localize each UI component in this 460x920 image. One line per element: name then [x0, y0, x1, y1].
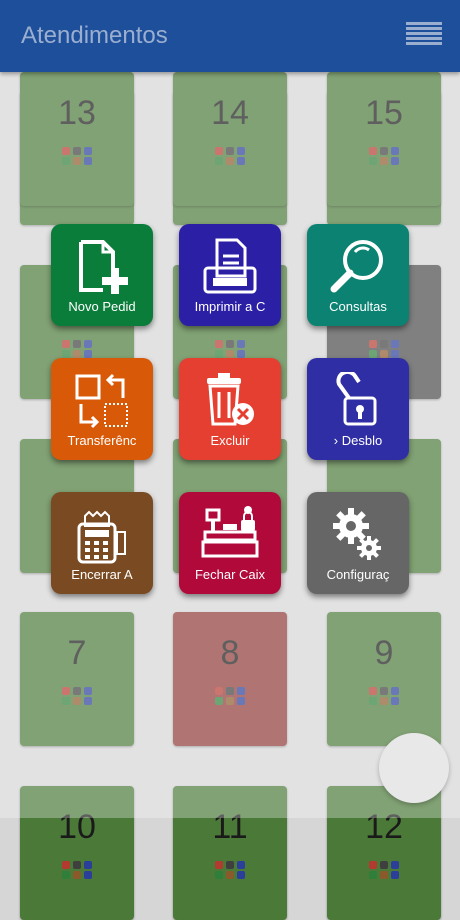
- action-label: › Desblo: [333, 433, 383, 448]
- search-icon: [307, 238, 409, 296]
- status-dot: [391, 861, 399, 869]
- action-label: Fechar Caix: [194, 567, 266, 582]
- action-label: Imprimir a C: [194, 299, 266, 314]
- status-dot: [369, 871, 377, 879]
- trash-icon: [179, 372, 281, 430]
- menu-icon[interactable]: [406, 22, 442, 50]
- status-dot: [226, 861, 234, 869]
- status-dot: [73, 861, 81, 869]
- floating-action-button[interactable]: [379, 733, 449, 803]
- gear-icon: [307, 506, 409, 564]
- new-order-icon: [51, 238, 153, 296]
- status-dot: [226, 871, 234, 879]
- status-dots: [62, 861, 92, 881]
- status-dots: [369, 861, 399, 881]
- page-title: Atendimentos: [21, 22, 168, 49]
- action-button[interactable]: Encerrar A: [51, 492, 153, 594]
- status-dot: [215, 871, 223, 879]
- action-label: Novo Pedid: [68, 299, 136, 314]
- status-dot: [84, 871, 92, 879]
- transfer-icon: [51, 372, 153, 430]
- status-dot: [237, 871, 245, 879]
- status-dot: [215, 861, 223, 869]
- status-dots: [215, 861, 245, 881]
- status-dot: [380, 861, 388, 869]
- status-dot: [391, 871, 399, 879]
- action-button[interactable]: Consultas: [307, 224, 409, 326]
- action-button[interactable]: Excluir: [179, 358, 281, 460]
- status-dot: [62, 871, 70, 879]
- app-bar: Atendimentos: [0, 0, 460, 72]
- status-dot: [62, 861, 70, 869]
- action-label: Transferênc: [67, 433, 137, 448]
- printer-icon: [179, 238, 281, 296]
- cash-register-icon: [179, 506, 281, 564]
- unlock-icon: [307, 372, 409, 430]
- action-label: Excluir: [210, 433, 250, 448]
- action-button[interactable]: Configuraç: [307, 492, 409, 594]
- action-button[interactable]: Transferênc: [51, 358, 153, 460]
- action-label: Encerrar A: [71, 567, 133, 582]
- status-dot: [369, 861, 377, 869]
- action-button[interactable]: › Desblo: [307, 358, 409, 460]
- status-dot: [73, 871, 81, 879]
- status-dot: [380, 871, 388, 879]
- action-label: Configuraç: [326, 567, 390, 582]
- status-dot: [84, 861, 92, 869]
- action-button[interactable]: Novo Pedid: [51, 224, 153, 326]
- action-label: Consultas: [329, 299, 387, 314]
- action-button[interactable]: Fechar Caix: [179, 492, 281, 594]
- action-button[interactable]: Imprimir a C: [179, 224, 281, 326]
- status-dot: [237, 861, 245, 869]
- card-terminal-icon: [51, 506, 153, 564]
